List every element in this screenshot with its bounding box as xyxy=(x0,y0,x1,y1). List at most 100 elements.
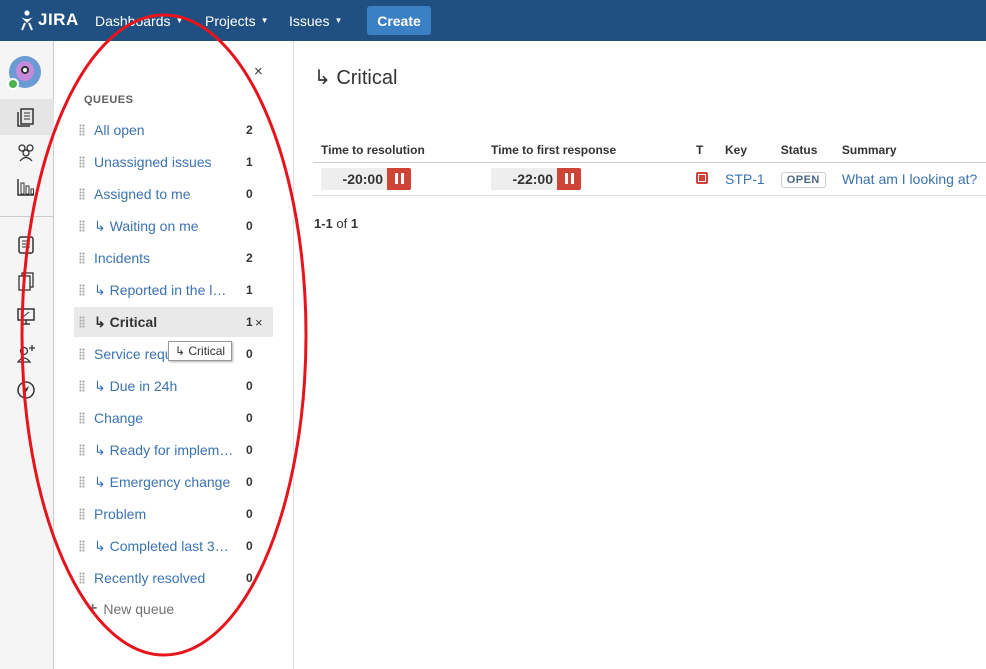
queue-count: 1 xyxy=(246,283,253,297)
nav-projects[interactable]: Projects ▼ xyxy=(205,0,269,41)
queue-label: ↳ Due in 24h xyxy=(94,377,178,394)
nav-dashboards[interactable]: Dashboards ▼ xyxy=(95,0,183,41)
cell-status: OPEN xyxy=(772,162,834,196)
rail-divider xyxy=(0,216,54,217)
cell-time-to-first-response: -22:00 xyxy=(483,162,688,196)
remove-queue-icon[interactable]: × xyxy=(255,315,263,330)
jira-logo-icon xyxy=(21,10,33,31)
chevron-down-icon: ▼ xyxy=(260,16,269,25)
drag-handle-icon[interactable] xyxy=(79,508,85,520)
avatar-status-dot xyxy=(7,78,19,90)
sla-icon[interactable] xyxy=(15,270,37,292)
queue-label: ↳ Critical xyxy=(94,313,158,330)
queue-count: 0 xyxy=(246,443,253,457)
queue-label: Problem xyxy=(94,506,147,522)
drag-handle-icon[interactable] xyxy=(79,188,85,200)
queue-item-recently-resolved[interactable]: Recently resolved 0 xyxy=(74,563,273,593)
jira-logo-text: JIRA xyxy=(38,10,79,29)
queue-count: 0 xyxy=(246,507,253,521)
top-navigation-bar: JIRA Dashboards ▼ Projects ▼ Issues ▼ Cr… xyxy=(0,0,986,41)
drag-handle-icon[interactable] xyxy=(79,220,85,232)
drag-handle-icon[interactable] xyxy=(79,252,85,264)
pager-of: of xyxy=(336,216,348,231)
column-summary[interactable]: Summary xyxy=(833,138,986,163)
column-key[interactable]: Key xyxy=(717,138,773,163)
project-avatar[interactable] xyxy=(7,56,41,90)
queue-label: ↳ Completed last 30 days xyxy=(94,537,234,554)
drag-handle-icon[interactable] xyxy=(79,348,85,360)
drag-handle-icon[interactable] xyxy=(79,316,85,328)
nav-dashboards-label: Dashboards xyxy=(95,12,171,29)
queue-label: ↳ Ready for implementation xyxy=(94,441,234,458)
drag-handle-icon[interactable] xyxy=(79,412,85,424)
nav-projects-label: Projects xyxy=(205,12,256,29)
drag-handle-icon[interactable] xyxy=(79,444,85,456)
jira-logo[interactable]: JIRA xyxy=(18,8,79,32)
sla-timer: -22:00 xyxy=(491,167,581,190)
sla-timer: -20:00 xyxy=(321,167,411,190)
add-people-icon[interactable] xyxy=(15,342,37,364)
queue-item-due-in-24h[interactable]: ↳ Due in 24h 0 xyxy=(74,371,273,401)
reports-icon[interactable] xyxy=(15,176,37,198)
drag-handle-icon[interactable] xyxy=(79,476,85,488)
queue-item-emergency-change[interactable]: ↳ Emergency change 0 xyxy=(74,467,273,497)
drag-handle-icon[interactable] xyxy=(79,284,85,296)
issues-table: Time to resolution Time to first respons… xyxy=(313,138,986,196)
customers-icon[interactable] xyxy=(15,141,37,163)
queue-item-assigned-to-me[interactable]: Assigned to me 0 xyxy=(74,179,273,209)
queue-label: ↳ Emergency change xyxy=(94,473,231,490)
queue-count: 1 xyxy=(246,315,253,329)
queue-item-completed-last-30-days[interactable]: ↳ Completed last 30 days 0 xyxy=(74,531,273,561)
queue-label: Change xyxy=(94,410,144,426)
column-time-to-resolution[interactable]: Time to resolution xyxy=(313,138,483,163)
queue-item-unassigned[interactable]: Unassigned issues 1 xyxy=(74,147,273,177)
issue-key-link[interactable]: STP-1 xyxy=(725,171,765,187)
plus-icon: + xyxy=(88,600,98,617)
queue-count: 2 xyxy=(246,123,253,137)
portal-icon[interactable] xyxy=(15,305,37,327)
cell-summary: What am I looking at? xyxy=(833,162,986,196)
drag-handle-icon[interactable] xyxy=(79,380,85,392)
queue-item-waiting-on-me[interactable]: ↳ Waiting on me 0 xyxy=(74,211,273,241)
drag-handle-icon[interactable] xyxy=(79,124,85,136)
queue-label: ↳ Waiting on me xyxy=(94,217,199,234)
nav-issues-label: Issues xyxy=(289,12,330,29)
close-panel-icon[interactable]: × xyxy=(254,63,263,80)
drag-handle-icon[interactable] xyxy=(79,572,85,584)
cell-time-to-resolution: -20:00 xyxy=(313,162,483,196)
create-button[interactable]: Create xyxy=(367,6,431,35)
queue-label: Incidents xyxy=(94,250,151,266)
queue-item-critical[interactable]: ↳ Critical 1 × xyxy=(74,307,273,337)
column-type[interactable]: T xyxy=(688,138,717,163)
queue-tooltip: ↳ Critical xyxy=(168,341,233,361)
pagination-info: 1-1 of 1 xyxy=(314,216,358,231)
nav-issues[interactable]: Issues ▼ xyxy=(289,0,342,41)
new-queue-button[interactable]: + New queue xyxy=(88,600,174,618)
column-time-to-first-response[interactable]: Time to first response xyxy=(483,138,688,163)
table-row[interactable]: -20:00 -22:00 STP-1 OPEN What am I looki… xyxy=(313,162,986,196)
drag-handle-icon[interactable] xyxy=(79,540,85,552)
avatar-eye xyxy=(21,66,29,74)
queue-label: All open xyxy=(94,122,145,138)
queue-count: 2 xyxy=(246,251,253,265)
queue-item-all-open[interactable]: All open 2 xyxy=(74,115,273,145)
cell-type xyxy=(688,162,717,196)
queue-item-reported-last-hour[interactable]: ↳ Reported in the last hour 1 xyxy=(74,275,273,305)
issue-summary-link[interactable]: What am I looking at? xyxy=(842,171,977,187)
pause-icon xyxy=(387,167,411,190)
sla-time-value: -22:00 xyxy=(512,170,553,187)
pause-icon xyxy=(557,167,581,190)
column-status[interactable]: Status xyxy=(772,138,834,163)
queue-item-incidents[interactable]: Incidents 2 xyxy=(74,243,273,273)
compass-icon[interactable] xyxy=(15,379,37,401)
queue-label: Unassigned issues xyxy=(94,154,212,170)
queue-count: 0 xyxy=(246,475,253,489)
queue-item-change[interactable]: Change 0 xyxy=(74,403,273,433)
knowledge-base-icon[interactable] xyxy=(15,234,37,256)
queue-count: 0 xyxy=(246,379,253,393)
queue-item-problem[interactable]: Problem 0 xyxy=(74,499,273,529)
queues-icon[interactable] xyxy=(15,106,37,128)
chevron-down-icon: ▼ xyxy=(334,16,343,25)
queue-item-ready-for-implementation[interactable]: ↳ Ready for implementation 0 xyxy=(74,435,273,465)
drag-handle-icon[interactable] xyxy=(79,156,85,168)
